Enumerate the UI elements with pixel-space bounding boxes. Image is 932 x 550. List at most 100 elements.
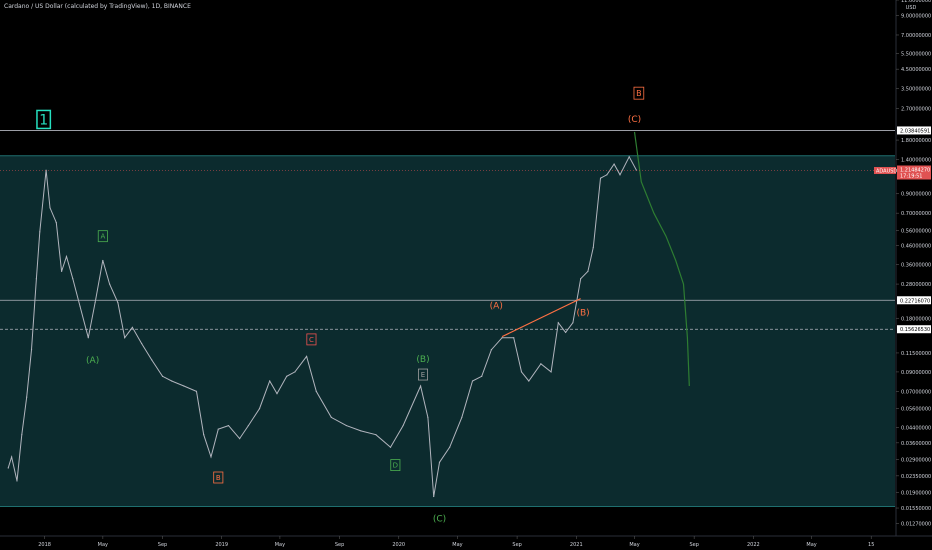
- y-tick-label: 0.01550000: [901, 506, 931, 512]
- price-chart[interactable]: 1 A (A) B C (B) E D (C) (A) (B) B (C) 11.0000000 9.00…: [0, 0, 932, 550]
- price-point-21: [131, 326, 134, 328]
- price-point-66: [587, 270, 589, 272]
- wave-label-text: 1: [39, 112, 48, 128]
- y-tick-label: 0.02900000: [901, 458, 931, 464]
- price-point-20: [124, 337, 126, 339]
- price-point-27: [195, 390, 198, 392]
- wave-label-0: 1: [36, 109, 52, 130]
- price-point-25: [171, 380, 173, 382]
- wave-label-text: B: [216, 474, 221, 482]
- price-point-3: [21, 434, 23, 436]
- price-point-53: [471, 380, 474, 382]
- price-point-26: [183, 385, 185, 387]
- price-point-28: [203, 434, 205, 436]
- wave-label-text: (B): [416, 355, 429, 365]
- price-point-55: [490, 349, 493, 351]
- y-tick-label: 9.00000000: [901, 14, 931, 20]
- price-point-34: [258, 408, 261, 410]
- x-tick-label: 2021: [570, 542, 583, 548]
- wave-label-12: (C): [628, 115, 641, 125]
- wave-label-text: (A): [86, 356, 99, 366]
- price-point-9: [49, 207, 51, 209]
- price-point-58: [520, 371, 523, 373]
- price-point-37: [286, 375, 288, 377]
- price-point-12: [65, 255, 68, 258]
- price-point-68: [599, 177, 602, 179]
- price-point-39: [305, 355, 308, 357]
- price-point-50: [438, 461, 441, 463]
- y-tick-label: 1.40000000: [901, 158, 931, 164]
- price-point-31: [227, 424, 230, 427]
- wave-label-text: B: [636, 89, 642, 98]
- y-tick-label: 0.90000000: [901, 192, 931, 198]
- y-tick-label: 0.56000000: [901, 228, 931, 234]
- x-tick-label: 15: [868, 542, 874, 548]
- price-point-43: [360, 430, 362, 432]
- y-tick-label: 5.50000000: [901, 52, 931, 58]
- price-point-48: [427, 416, 429, 419]
- price-point-2: [16, 480, 18, 482]
- price-point-22: [141, 342, 143, 345]
- price-point-13: [72, 278, 74, 280]
- y-tick-label: 0.46000000: [901, 244, 931, 250]
- x-tick-label: Sep: [335, 542, 344, 548]
- hline-price-tag-text: 0.22716070: [900, 298, 930, 304]
- price-point-56: [501, 337, 503, 339]
- x-tick-label: 2019: [215, 542, 228, 548]
- wave-label-5: (B): [416, 355, 429, 365]
- y-tick-label: 0.07000000: [901, 389, 931, 395]
- price-point-60: [540, 363, 542, 365]
- price-point-70: [613, 163, 615, 165]
- y-tick-label: 0.28000000: [901, 282, 931, 288]
- x-tick-label: May: [275, 542, 285, 548]
- wave-label-text: D: [393, 462, 398, 470]
- x-tick-label: Sep: [512, 542, 521, 548]
- y-tick-label: 0.09000000: [901, 370, 931, 376]
- countdown-text: 17:19:51: [900, 174, 922, 180]
- price-point-51: [449, 446, 451, 448]
- price-point-46: [402, 424, 404, 427]
- price-point-64: [572, 322, 574, 324]
- wave-label-text: C: [309, 336, 314, 344]
- x-tick-label: May: [452, 542, 462, 548]
- y-tick-label: 0.11500000: [901, 351, 931, 357]
- y-tick-label: 0.36000000: [901, 263, 931, 269]
- y-tick-label: 2.70000000: [901, 107, 931, 113]
- price-point-62: [557, 322, 559, 324]
- price-point-30: [217, 428, 219, 430]
- price-point-38: [294, 371, 296, 373]
- y-axis: 11.0000000 9.00000000 7.00000000 5.50000000…: [896, 0, 931, 527]
- y-tick-label: 0.05600000: [901, 407, 931, 413]
- price-point-61: [550, 371, 552, 373]
- y-tick-label: 0.03600000: [901, 441, 931, 447]
- wave-label-8: (C): [433, 514, 446, 524]
- price-point-44: [375, 434, 377, 436]
- y-tick-label: 7.00000000: [901, 33, 931, 39]
- wave-label-9: (A): [490, 301, 503, 311]
- x-tick-label: 2022: [747, 542, 760, 548]
- price-point-0: [7, 467, 9, 469]
- x-axis: 2018 May Sep 2019 May Sep 2020 May Sep 2021 May Sep…: [38, 536, 874, 548]
- y-tick-label: 0.18000000: [901, 316, 931, 322]
- wave-label-10: (B): [576, 308, 589, 318]
- price-point-63: [565, 331, 567, 333]
- wave-label-text: (C): [628, 115, 641, 125]
- wave-label-2: (A): [86, 356, 99, 366]
- price-point-24: [161, 375, 164, 377]
- price-point-4: [26, 396, 28, 398]
- price-point-47: [419, 385, 422, 387]
- hline-price-tag-text: 2.03840591: [900, 128, 930, 134]
- price-point-49: [433, 495, 435, 498]
- price-point-71: [619, 174, 621, 176]
- price-point-59: [528, 380, 530, 382]
- price-point-36: [276, 393, 278, 395]
- price-point-10: [55, 221, 57, 224]
- price-point-11: [61, 270, 63, 272]
- y-tick-label: 0.70000000: [901, 211, 931, 217]
- wave-label-text: (B): [576, 308, 589, 318]
- price-point-42: [345, 424, 347, 427]
- y-tick-label: 1.80000000: [901, 138, 931, 144]
- y-tick-label: 3.50000000: [901, 87, 931, 93]
- wave-label-11: B: [633, 86, 645, 100]
- price-point-57: [513, 337, 515, 339]
